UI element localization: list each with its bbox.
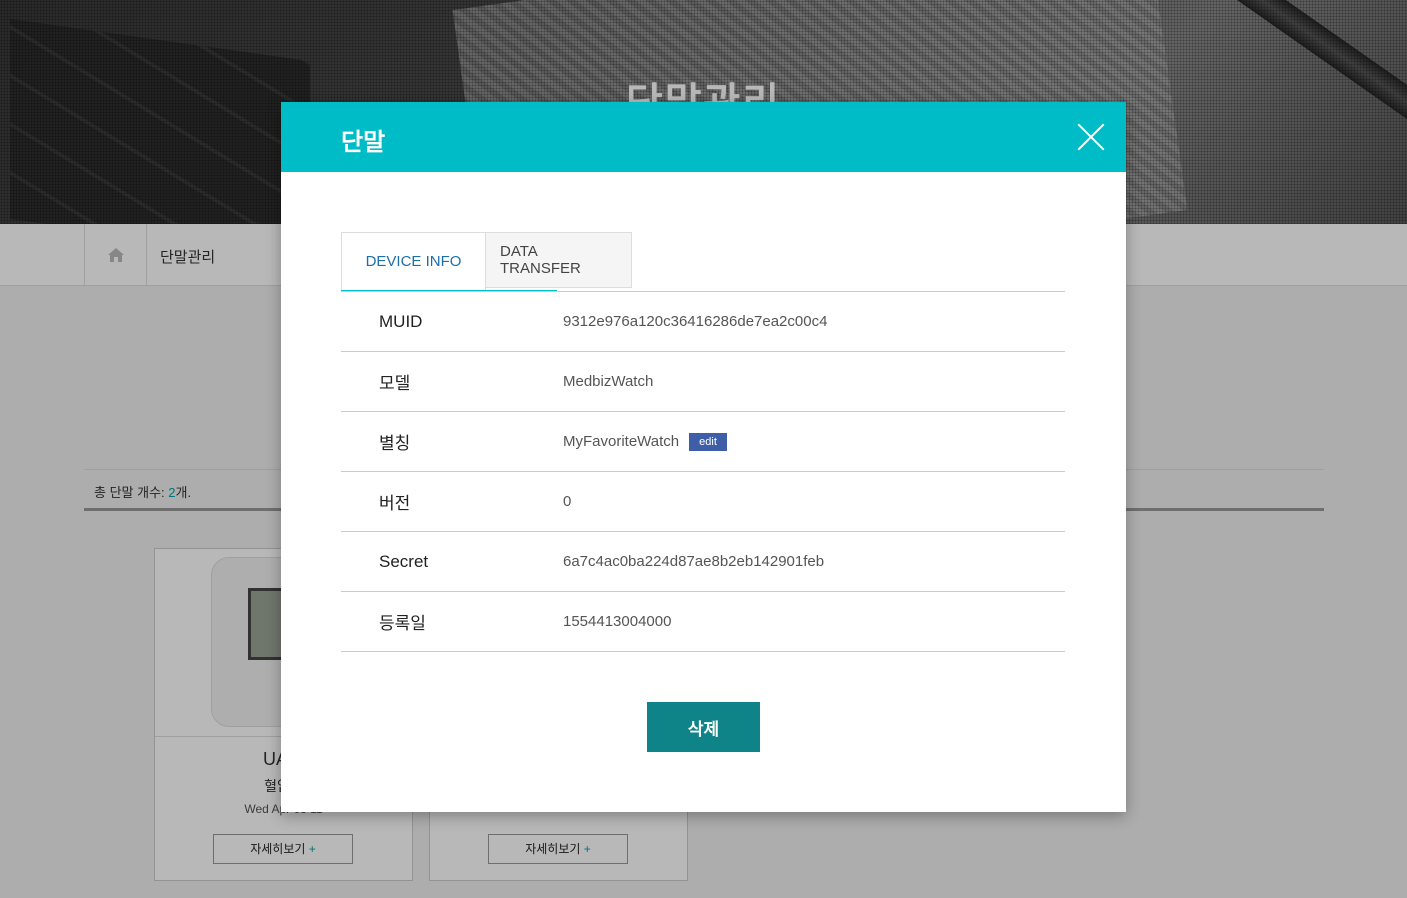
modal-tabs: DEVICE INFO DATA TRANSFER: [341, 232, 632, 292]
info-label: 버전: [379, 494, 411, 513]
info-row-secret: Secret 6a7c4ac0ba224d87ae8b2eb142901feb: [341, 532, 1065, 592]
info-row-version: 버전 0: [341, 472, 1065, 532]
modal-title: 단말: [341, 129, 386, 156]
info-row-alias: 별칭 MyFavoriteWatch edit: [341, 412, 1065, 472]
info-row-registered: 등록일 1554413004000: [341, 592, 1065, 652]
tab-data-transfer[interactable]: DATA TRANSFER: [486, 232, 632, 288]
info-value: 0: [563, 493, 572, 510]
modal-header: 단말: [281, 102, 1126, 172]
info-label: 등록일: [379, 614, 426, 633]
edit-alias-button[interactable]: edit: [689, 432, 727, 451]
info-label: 모델: [379, 374, 411, 393]
info-value: 1554413004000: [563, 613, 672, 630]
tab-device-info[interactable]: DEVICE INFO: [341, 232, 486, 292]
info-value: MedbizWatch: [563, 373, 654, 390]
info-label: Secret: [379, 551, 429, 571]
delete-button[interactable]: 삭제: [647, 702, 760, 752]
info-label: MUID: [379, 311, 423, 331]
info-value: 6a7c4ac0ba224d87ae8b2eb142901feb: [563, 553, 825, 570]
info-value-alias: MyFavoriteWatch edit: [563, 432, 727, 451]
info-value: 9312e976a120c36416286de7ea2c00c4: [563, 313, 828, 330]
info-row-model: 모델 MedbizWatch: [341, 352, 1065, 412]
device-info-table: MUID 9312e976a120c36416286de7ea2c00c4 모델…: [341, 291, 1065, 652]
info-label: 별칭: [379, 434, 411, 453]
device-modal: 단말 DEVICE INFO DATA TRANSFER MUID 9312e9…: [281, 102, 1126, 812]
alias-text: MyFavoriteWatch: [563, 433, 680, 450]
close-icon[interactable]: [1076, 122, 1106, 152]
info-row-muid: MUID 9312e976a120c36416286de7ea2c00c4: [341, 292, 1065, 352]
